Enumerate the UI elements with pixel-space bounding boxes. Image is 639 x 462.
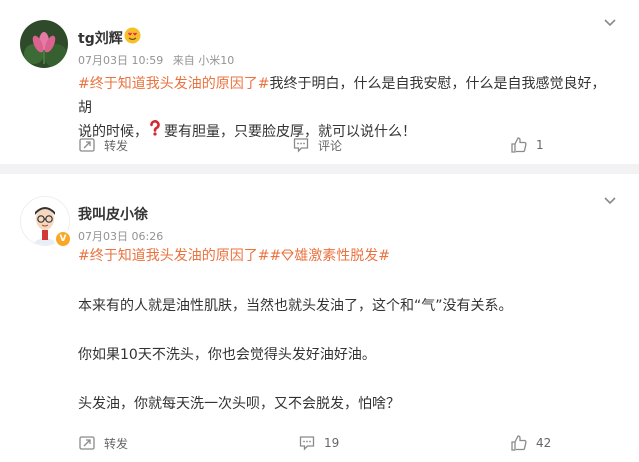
super-topic-tag[interactable]: # 雄激素性脱发#: [269, 248, 389, 264]
repost-button[interactable]: 转发: [78, 130, 128, 160]
post-paragraph: 本来有的人就是油性肌肤，当然也就头发油了，这个和“气”没有关系。: [78, 298, 513, 314]
super-topic-label: 雄激素性脱发: [294, 248, 379, 264]
repost-icon: [79, 138, 95, 152]
repost-label: 转发: [104, 436, 129, 451]
verified-badge-icon: V: [54, 230, 72, 248]
post-date[interactable]: 07月03日 10:59: [78, 54, 163, 67]
post-meta: 07月03日 06:26: [78, 228, 169, 244]
topic-tag[interactable]: #终于知道我头发油的原因了#: [78, 248, 269, 264]
chevron-down-icon[interactable]: [601, 14, 619, 32]
comment-label: 评论: [318, 138, 343, 153]
lotus-avatar-image: [20, 20, 68, 68]
avatar[interactable]: [20, 20, 68, 68]
post-card: V 我叫皮小徐 07月03日 06:26 #终于知道我头发油的原因了## 雄激素性…: [0, 174, 639, 462]
action-bar: 转发 评论 1: [0, 130, 639, 160]
repost-label: 转发: [104, 138, 129, 153]
post-tags: #终于知道我头发油的原因了## 雄激素性脱发#: [78, 244, 618, 268]
post-card: tg刘辉 07月03日 10:59 来自 小米10 #终于知道我头发油的原因了#…: [0, 0, 639, 164]
post-date[interactable]: 07月03日 06:26: [78, 230, 163, 243]
chevron-down-icon[interactable]: [601, 192, 619, 210]
heart-eyes-emoji-icon: [124, 27, 141, 44]
like-count: 1: [536, 138, 544, 152]
topic-tag[interactable]: #终于知道我头发油的原因了#: [78, 76, 269, 92]
like-button[interactable]: 1: [510, 130, 544, 160]
username[interactable]: tg刘辉: [78, 28, 123, 48]
post-paragraph: 你如果10天不洗头，你也会觉得头发好油好油。: [78, 347, 376, 363]
repost-icon: [79, 436, 95, 450]
comment-icon: [299, 436, 315, 451]
action-bar: 转发 19 42: [0, 428, 639, 458]
like-button[interactable]: 42: [510, 428, 551, 458]
diamond-icon: [281, 249, 294, 261]
like-count: 42: [536, 436, 552, 450]
username[interactable]: 我叫皮小徐: [78, 204, 148, 224]
comment-icon: [293, 138, 309, 153]
comment-button[interactable]: 19: [298, 428, 339, 458]
post-source: 来自 小米10: [172, 54, 235, 67]
repost-button[interactable]: 转发: [78, 428, 128, 458]
comment-button[interactable]: 评论: [292, 130, 342, 160]
thumbs-up-icon: [511, 435, 527, 451]
post-paragraph: 头发油，你就每天洗一次头呗，又不会脱发，怕啥？: [78, 396, 400, 412]
thumbs-up-icon: [511, 137, 527, 153]
comment-count: 19: [324, 436, 340, 450]
post-meta: 07月03日 10:59 来自 小米10: [78, 52, 240, 68]
